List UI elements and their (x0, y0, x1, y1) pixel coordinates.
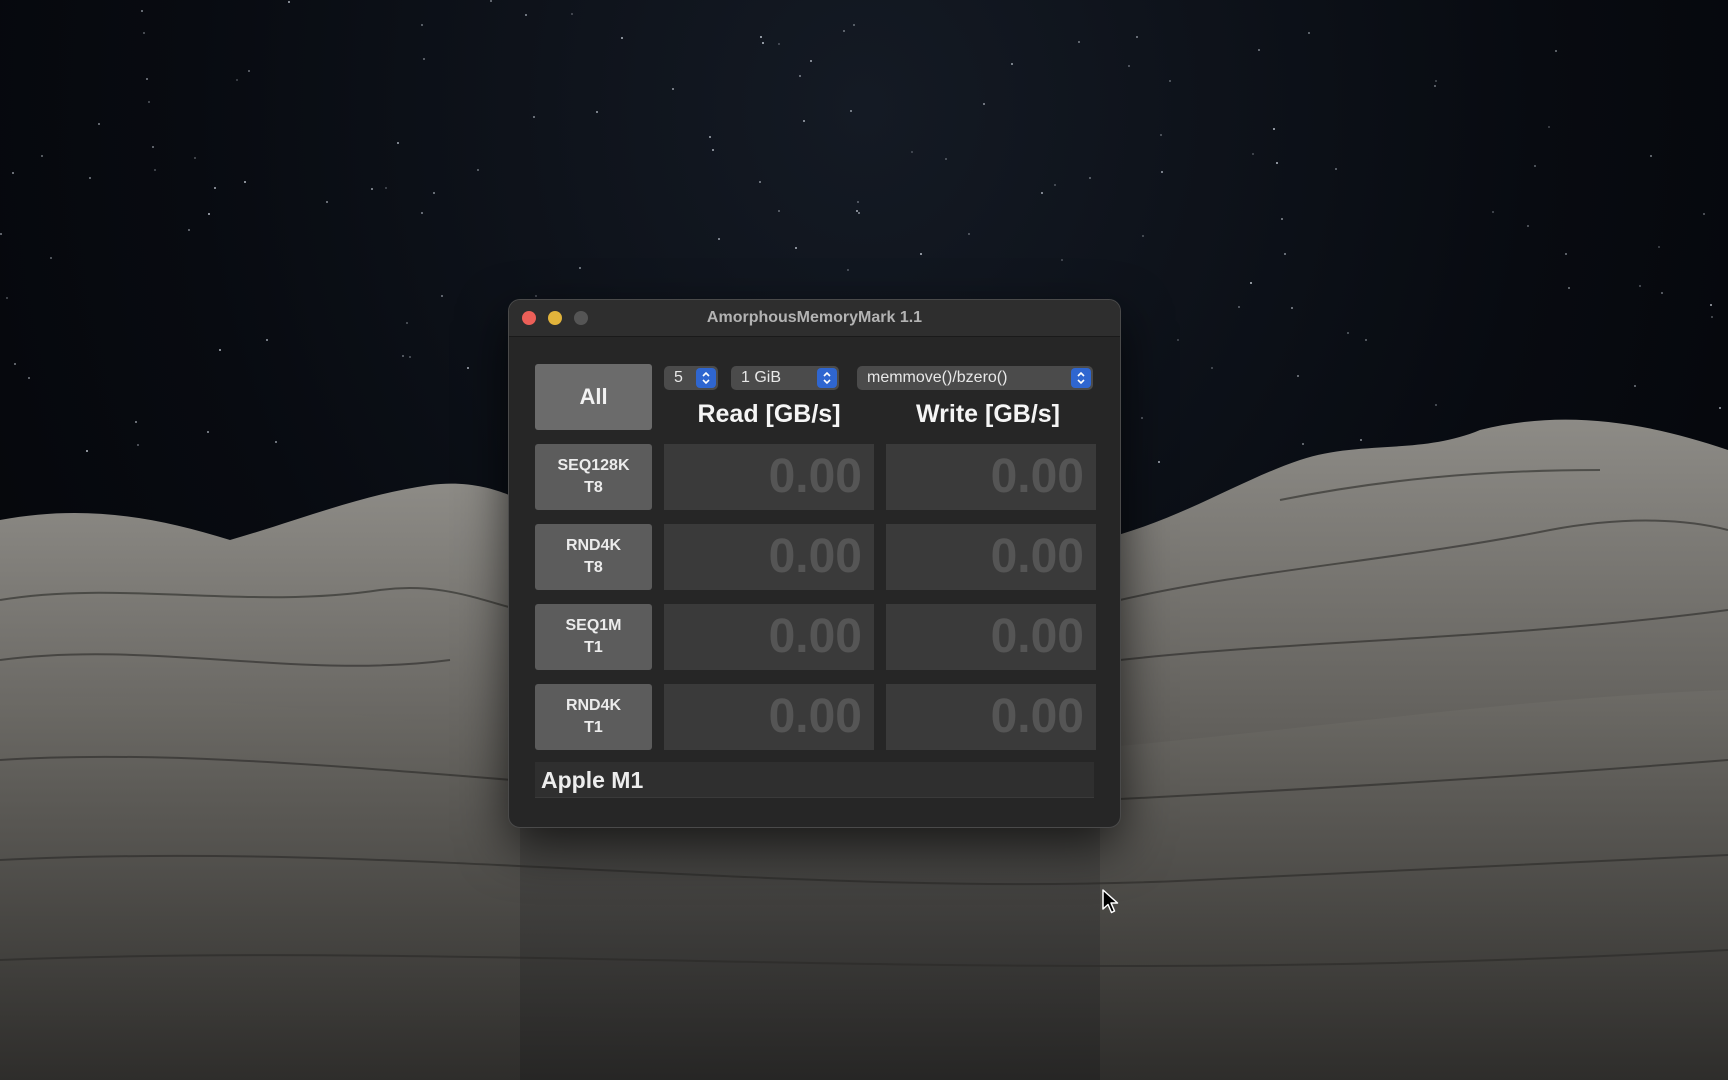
write-result-cell: 0.00 (886, 444, 1096, 510)
stepper-chevrons-icon (696, 368, 716, 388)
read-result-cell: 0.00 (664, 444, 874, 510)
write-column-header: Write [GB/s] (916, 400, 1060, 428)
window-title: AmorphousMemoryMark 1.1 (706, 309, 923, 326)
cpu-info-field[interactable]: Apple M1 (535, 762, 1094, 798)
rnd4k-t1-button[interactable]: RND4K T1 (535, 684, 652, 750)
row-label-line1: SEQ1M (565, 617, 622, 634)
test-size-value: 1 GiB (741, 369, 782, 386)
write-result-cell: 0.00 (886, 684, 1096, 750)
rnd4k-t8-button[interactable]: RND4K T8 (535, 524, 652, 590)
write-result-cell: 0.00 (886, 604, 1096, 670)
app-window: AmorphousMemoryMark 1.1 All 5 1 GiB memm… (509, 300, 1120, 827)
read-result-cell: 0.00 (664, 604, 874, 670)
test-count-select[interactable]: 5 (664, 366, 718, 390)
row-label-line2: T1 (584, 719, 603, 736)
test-size-select[interactable]: 1 GiB (731, 366, 839, 390)
run-all-button[interactable]: All (535, 364, 652, 430)
read-column-header: Read [GB/s] (697, 400, 841, 428)
stepper-chevrons-icon (817, 368, 837, 388)
seq128k-t8-button[interactable]: SEQ128K T8 (535, 444, 652, 510)
test-method-select[interactable]: memmove()/bzero() (857, 366, 1093, 390)
read-result-cell: 0.00 (664, 524, 874, 590)
title-bar[interactable]: AmorphousMemoryMark 1.1 (509, 300, 1120, 337)
row-label-line1: RND4K (565, 697, 622, 714)
row-label-line2: T1 (584, 639, 603, 656)
test-method-value: memmove()/bzero() (867, 369, 1008, 386)
row-label-line2: T8 (584, 559, 603, 576)
mouse-pointer-icon (1102, 889, 1119, 914)
row-label-line1: SEQ128K (557, 457, 630, 474)
row-label-line2: T8 (584, 479, 603, 496)
row-label-line1: RND4K (565, 537, 622, 554)
read-result-cell: 0.00 (664, 684, 874, 750)
seq1m-t1-button[interactable]: SEQ1M T1 (535, 604, 652, 670)
write-result-cell: 0.00 (886, 524, 1096, 590)
test-count-value: 5 (674, 369, 683, 386)
stepper-chevrons-icon (1071, 368, 1091, 388)
